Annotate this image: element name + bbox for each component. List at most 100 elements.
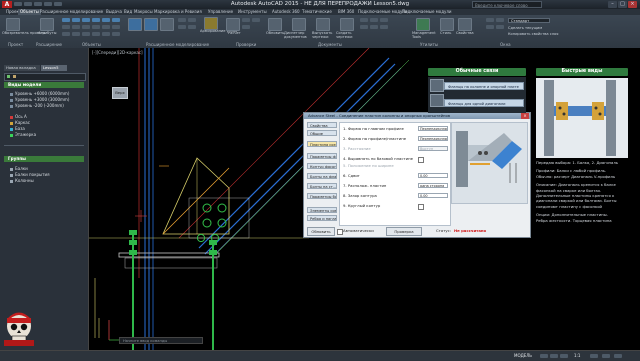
- doc-e-icon[interactable]: [380, 18, 388, 22]
- bolt-icon[interactable]: [92, 18, 100, 22]
- cut-icon[interactable]: [62, 32, 70, 36]
- group-item[interactable]: Балки: [10, 166, 28, 171]
- split-icon[interactable]: [82, 32, 90, 36]
- file-tab-lesson5[interactable]: Lesson5: [41, 65, 67, 71]
- shift-input[interactable]: 0.00: [418, 173, 448, 178]
- connection-icon[interactable]: [160, 18, 174, 31]
- axis-item[interactable]: Ось А: [10, 114, 27, 119]
- check-a-icon[interactable]: [242, 18, 250, 22]
- doc-b-icon[interactable]: [360, 25, 368, 29]
- view-cube[interactable]: Верх: [112, 87, 128, 99]
- hole-icon[interactable]: [112, 32, 120, 36]
- railing-icon[interactable]: [92, 25, 100, 29]
- connection-item[interactable]: Фланцы на колонне и опорной плите: [444, 82, 524, 90]
- grid-icon[interactable]: [112, 18, 120, 22]
- doc-a-icon[interactable]: [360, 18, 368, 22]
- bracing-icon[interactable]: [72, 25, 80, 29]
- tool-b-icon[interactable]: [188, 18, 196, 22]
- layer-b-icon[interactable]: [496, 18, 504, 22]
- axis-item[interactable]: Каркас: [10, 120, 30, 125]
- connection-vault-icon[interactable]: [144, 18, 158, 31]
- file-tab-new[interactable]: Новая вкладка: [4, 65, 40, 71]
- quick-views-header[interactable]: Быстрые виды: [536, 68, 628, 76]
- refresh-icon[interactable]: [268, 18, 282, 31]
- param-dropdown[interactable]: Перпендикуляр: [418, 126, 448, 131]
- common-connections-header[interactable]: Обычные связи: [428, 68, 526, 76]
- doc-f-icon[interactable]: [380, 25, 388, 29]
- connection-type-icon[interactable]: [430, 94, 444, 107]
- plate-layout-dropdown[interactable]: одна сторона: [418, 183, 448, 188]
- nav-properties[interactable]: Свойства: [307, 122, 337, 128]
- level-item[interactable]: Уровень +6000 (6000mm): [10, 91, 69, 96]
- ortho-toggle-icon[interactable]: [560, 354, 568, 358]
- nav-connection-elements[interactable]: Элементы соеди...: [307, 207, 337, 213]
- create-drawings-icon[interactable]: [340, 18, 354, 31]
- attributes-icon[interactable]: [40, 18, 54, 31]
- nav-stiffeners[interactable]: Ребра и нагладка: [307, 215, 337, 221]
- column-icon[interactable]: [72, 18, 80, 22]
- beam-icon[interactable]: [62, 18, 70, 22]
- nav-gusset-contour[interactable]: Контур фасон...: [307, 163, 337, 169]
- doc-manager-icon[interactable]: [292, 18, 306, 31]
- param-dropdown[interactable]: Перпендикуляр: [418, 136, 448, 141]
- check-button[interactable]: Проверка: [386, 227, 422, 236]
- axis-item[interactable]: База: [10, 126, 25, 131]
- project-explorer-icon[interactable]: [6, 18, 20, 31]
- plate-icon[interactable]: [82, 18, 90, 22]
- purlin-icon[interactable]: [62, 25, 70, 29]
- level-item[interactable]: Уровень +3000 (3000mm): [10, 97, 69, 102]
- drawing-output-icon[interactable]: [316, 18, 330, 31]
- check-b-icon[interactable]: [242, 25, 250, 29]
- stairs-icon[interactable]: [82, 25, 90, 29]
- workspace-icon[interactable]: [590, 354, 598, 358]
- model-space-button[interactable]: МОДЕЛЬ: [514, 353, 532, 358]
- tool-d-icon[interactable]: [188, 25, 196, 29]
- doc-c-icon[interactable]: [370, 18, 378, 22]
- tool-c-icon[interactable]: [178, 25, 186, 29]
- maximize-button[interactable]: □: [618, 1, 627, 8]
- level-item[interactable]: Уровень -200 (-200mm): [10, 103, 64, 108]
- contour-gap-input[interactable]: 0.00: [418, 193, 448, 198]
- minimize-button[interactable]: –: [608, 1, 617, 8]
- properties-icon[interactable]: [458, 18, 472, 31]
- group-item[interactable]: Колонны: [10, 178, 34, 183]
- round-contour-checkbox[interactable]: [418, 204, 424, 210]
- nav-connection-plate[interactable]: Пластина соединения: [307, 141, 337, 147]
- nav-general[interactable]: Общие: [307, 130, 337, 136]
- management-tools-icon[interactable]: [416, 18, 430, 31]
- weld-icon[interactable]: [102, 18, 110, 22]
- snap-toggle-icon[interactable]: [550, 354, 558, 358]
- shorten-icon[interactable]: [72, 32, 80, 36]
- clash-check-icon[interactable]: [226, 18, 240, 31]
- section-groups[interactable]: Группы: [4, 156, 84, 162]
- make-current-button[interactable]: Сделать текущим: [508, 26, 542, 30]
- connection-type-icon[interactable]: [430, 79, 444, 92]
- dialog-close-button[interactable]: ×: [521, 113, 529, 119]
- nav-web-bolts[interactable]: Болты на ст...: [307, 183, 337, 189]
- close-button[interactable]: ×: [628, 1, 637, 8]
- customize-icon[interactable]: [602, 354, 610, 358]
- tool-a-icon[interactable]: [178, 18, 186, 22]
- axis-item[interactable]: Этажерка: [10, 132, 36, 137]
- connection-item[interactable]: Фланцы для одной диагонали: [444, 99, 524, 107]
- nav-gusset-params[interactable]: Параметры фа...: [307, 153, 337, 159]
- group-item[interactable]: Балки покрытия: [10, 172, 50, 177]
- grid-toggle-icon[interactable]: [540, 354, 548, 358]
- search-input[interactable]: Введите ключевое слово: [472, 1, 542, 8]
- layer-dropdown[interactable]: Стандарт: [508, 18, 550, 23]
- layer-c-icon[interactable]: [486, 25, 494, 29]
- annotation-scale[interactable]: 1:1: [574, 353, 580, 358]
- layer-a-icon[interactable]: [486, 18, 494, 22]
- merge-icon[interactable]: [92, 32, 100, 36]
- nav-flange-bolts[interactable]: Болты на фланце: [307, 173, 337, 179]
- fullscreen-icon[interactable]: [614, 354, 622, 358]
- viewport-label[interactable]: [-][Спереди][2D-каркас]: [92, 50, 143, 55]
- section-model-views[interactable]: Виды модели: [4, 82, 84, 88]
- rebar-icon[interactable]: [204, 17, 218, 30]
- check-c-icon[interactable]: [252, 18, 260, 22]
- doc-d-icon[interactable]: [370, 25, 378, 29]
- filter-icon[interactable]: [7, 75, 10, 78]
- copy-layer-props-button[interactable]: Копировать свойства слоя: [508, 32, 558, 36]
- edit-icon[interactable]: [13, 75, 16, 78]
- dialog-title-bar[interactable]: Advance Steel - Соединение пластин колон…: [304, 113, 530, 119]
